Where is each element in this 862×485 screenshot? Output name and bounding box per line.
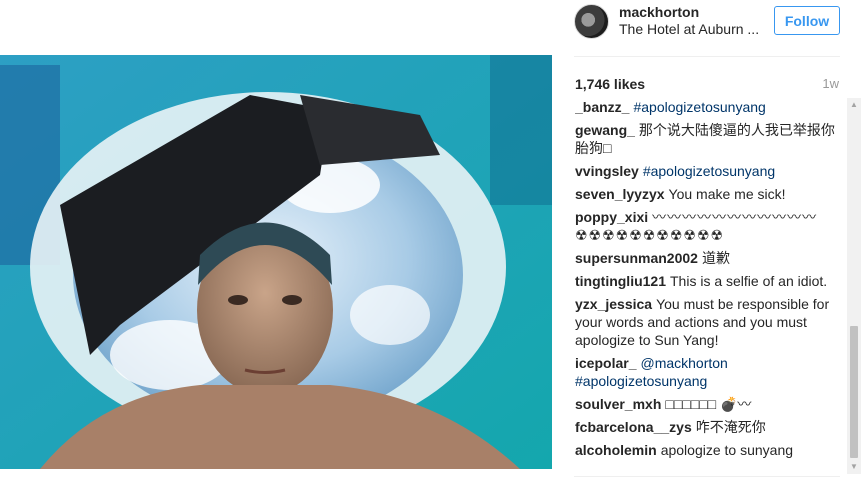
post-header: mackhorton The Hotel at Auburn ... Follo… bbox=[552, 0, 862, 56]
comment-username[interactable]: poppy_xixi bbox=[575, 209, 648, 225]
post-photo[interactable] bbox=[0, 55, 552, 469]
comment-username[interactable]: vvingsley bbox=[575, 163, 639, 179]
likes-count[interactable]: 1,746 likes bbox=[575, 76, 645, 92]
header-divider bbox=[574, 56, 840, 57]
comment-item: vvingsley #apologizetosunyang bbox=[575, 162, 845, 180]
comments-scrollbar[interactable]: ▲ ▼ bbox=[847, 98, 861, 474]
underwater-selfie-image bbox=[0, 55, 552, 469]
comment-item: tingtingliu121 This is a selfie of an idi… bbox=[575, 272, 845, 290]
comment-text: This is a selfie of an idiot. bbox=[670, 273, 828, 289]
comment-item: alcoholemin apologize to sunyang bbox=[575, 441, 845, 459]
comment-username[interactable]: yzx_jessica bbox=[575, 296, 652, 312]
scroll-thumb[interactable] bbox=[850, 326, 858, 458]
hashtag-link[interactable]: #apologizetosunyang bbox=[575, 373, 707, 389]
comment-text: apologize to sunyang bbox=[660, 442, 794, 458]
comment-username[interactable]: gewang_ bbox=[575, 122, 635, 138]
comment-username[interactable]: supersunman2002 bbox=[575, 250, 698, 266]
comment-text: 咋不淹死你 bbox=[695, 419, 766, 435]
comment-item: fcbarcelona__zys 咋不淹死你 bbox=[575, 418, 845, 436]
comments-divider bbox=[574, 476, 840, 477]
comment-username[interactable]: fcbarcelona__zys bbox=[575, 419, 692, 435]
follow-button[interactable]: Follow bbox=[774, 6, 840, 35]
comment-text: 道歉 bbox=[701, 250, 730, 266]
hashtag-link[interactable]: #apologizetosunyang bbox=[643, 163, 775, 179]
hashtag-link[interactable]: #apologizetosunyang bbox=[633, 99, 765, 115]
comment-username[interactable]: alcoholemin bbox=[575, 442, 657, 458]
comment-username[interactable]: seven_lyyzyx bbox=[575, 186, 665, 202]
comment-username[interactable]: icepolar_ bbox=[575, 355, 636, 371]
comment-item: seven_lyyzyx You make me sick! bbox=[575, 185, 845, 203]
comment-item: icepolar_ @mackhorton #apologizetosunyang bbox=[575, 354, 845, 390]
post-username[interactable]: mackhorton bbox=[619, 4, 699, 20]
comment-username[interactable]: _banzz_ bbox=[575, 99, 629, 115]
mention-link[interactable]: @mackhorton bbox=[640, 355, 727, 371]
comment-text: □□□□□□ 💣〰 bbox=[665, 396, 752, 412]
comment-username[interactable]: soulver_mxh bbox=[575, 396, 661, 412]
chevron-down-icon[interactable]: ▼ bbox=[847, 460, 861, 474]
comment-item: poppy_xixi 〰〰〰〰〰〰〰〰〰〰〰 ☢☢☢☢☢☢☢☢☢☢☢ bbox=[575, 208, 845, 244]
post-location[interactable]: The Hotel at Auburn ... bbox=[619, 21, 759, 37]
post-time[interactable]: 1w bbox=[822, 76, 839, 91]
comment-item: _banzz_ #apologizetosunyang bbox=[575, 98, 845, 116]
comment-item: supersunman2002 道歉 bbox=[575, 249, 845, 267]
comment-item: soulver_mxh □□□□□□ 💣〰 bbox=[575, 395, 845, 413]
comments-list: _banzz_ #apologizetosunyang gewang_ 那个说大陆傻逼… bbox=[575, 98, 845, 470]
comment-text: You make me sick! bbox=[668, 186, 786, 202]
comment-username[interactable]: tingtingliu121 bbox=[575, 273, 666, 289]
chevron-up-icon[interactable]: ▲ bbox=[847, 98, 861, 112]
comment-item: gewang_ 那个说大陆傻逼的人我已举报你 胎狗□ bbox=[575, 121, 845, 157]
avatar[interactable] bbox=[574, 4, 609, 39]
comment-item: yzx_jessica You must be responsible for y… bbox=[575, 295, 845, 349]
